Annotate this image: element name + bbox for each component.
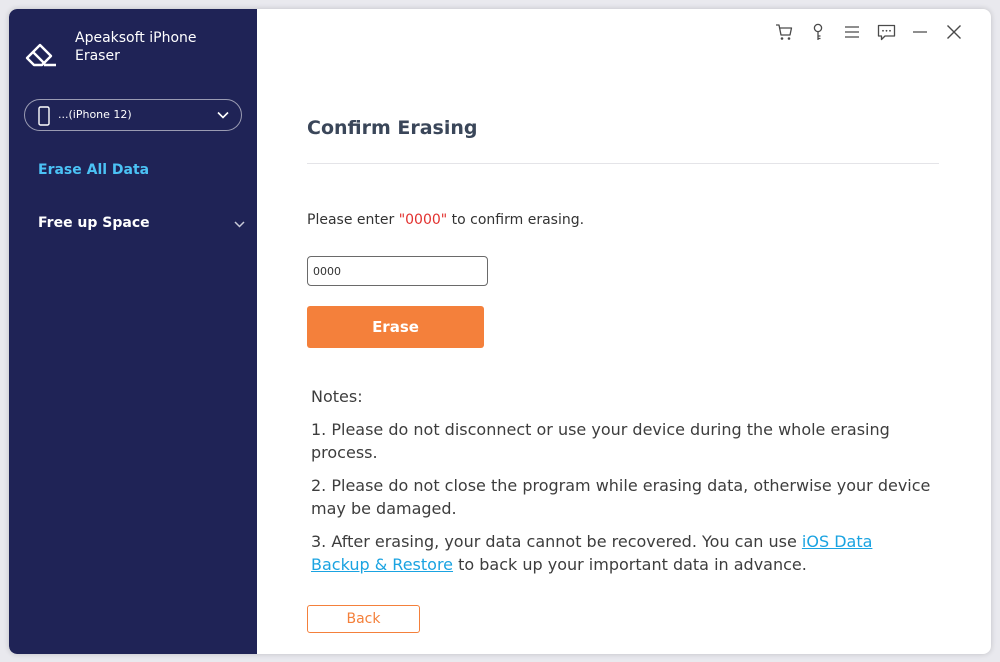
- chevron-down-icon: [217, 111, 229, 119]
- menu-icon: [845, 26, 859, 38]
- app-name: Apeaksoft iPhone Eraser: [75, 30, 197, 64]
- feedback-button[interactable]: [869, 22, 903, 42]
- confirm-code-input[interactable]: [307, 256, 488, 286]
- register-button[interactable]: [801, 22, 835, 42]
- page-title: Confirm Erasing: [307, 117, 478, 139]
- device-label: ...(iPhone 12): [58, 108, 132, 121]
- confirm-code: "0000": [398, 212, 448, 228]
- title-divider: [307, 163, 939, 164]
- erase-button[interactable]: Erase: [307, 306, 484, 348]
- notes-title: Notes:: [311, 387, 363, 406]
- chevron-down-icon[interactable]: [234, 221, 245, 228]
- key-icon: [813, 23, 823, 40]
- confirm-prompt: Please enter "0000" to confirm erasing.: [307, 212, 584, 228]
- sidebar: Apeaksoft iPhone Eraser ...(iPhone 12) E…: [9, 9, 257, 654]
- notes: Notes: 1. Please do not disconnect or us…: [311, 385, 931, 586]
- title-bar-controls: [767, 22, 971, 42]
- app-window: Apeaksoft iPhone Eraser ...(iPhone 12) E…: [9, 9, 991, 654]
- back-button[interactable]: Back: [307, 605, 420, 633]
- prompt-text: Please enter: [307, 212, 399, 228]
- cart-button[interactable]: [767, 22, 801, 42]
- prompt-text-end: to confirm erasing.: [447, 212, 585, 228]
- menu-button[interactable]: [835, 22, 869, 42]
- note-3: 3. After erasing, your data cannot be re…: [311, 530, 931, 576]
- note-1: 1. Please do not disconnect or use your …: [311, 420, 890, 462]
- note-2: 2. Please do not close the program while…: [311, 476, 931, 518]
- feedback-icon: [877, 24, 895, 40]
- device-dropdown[interactable]: ...(iPhone 12): [24, 99, 242, 131]
- sidebar-item-free-up-space[interactable]: Free up Space: [38, 215, 150, 231]
- close-icon: [947, 25, 961, 39]
- phone-icon: [38, 106, 50, 126]
- minimize-icon: [913, 31, 927, 33]
- minimize-button[interactable]: [903, 22, 937, 42]
- cart-icon: [776, 24, 793, 40]
- close-button[interactable]: [937, 22, 971, 42]
- note-3-text-end: to back up your important data in advanc…: [453, 555, 807, 574]
- note-3-text: 3. After erasing, your data cannot be re…: [311, 532, 802, 551]
- sidebar-item-erase-all-data[interactable]: Erase All Data: [38, 162, 149, 178]
- eraser-logo-icon: [25, 43, 56, 67]
